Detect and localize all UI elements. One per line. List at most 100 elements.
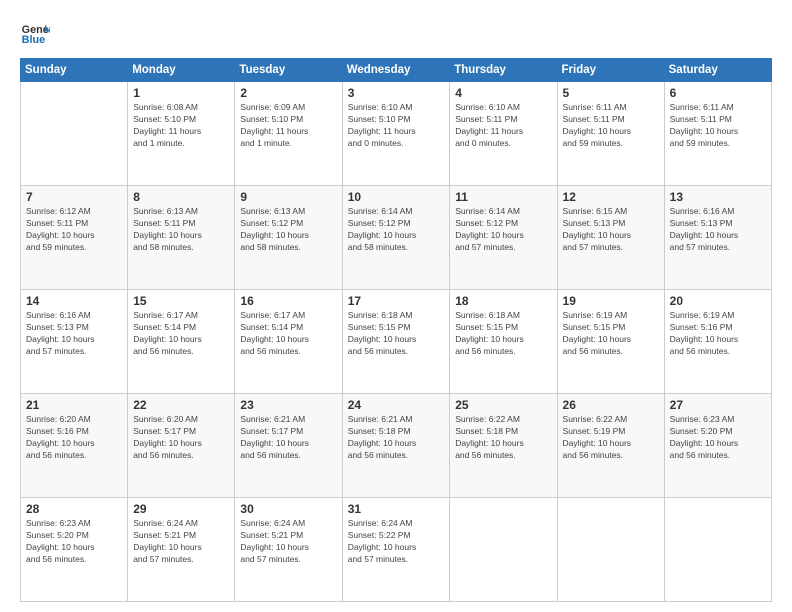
calendar-cell: 25 Sunrise: 6:22 AM Sunset: 5:18 PM Dayli… [450, 394, 557, 498]
day-number: 28 [26, 502, 122, 516]
day-info: Sunrise: 6:15 AM Sunset: 5:13 PM Dayligh… [563, 206, 659, 254]
day-info: Sunrise: 6:09 AM Sunset: 5:10 PM Dayligh… [240, 102, 336, 150]
calendar-cell: 2 Sunrise: 6:09 AM Sunset: 5:10 PM Daylig… [235, 82, 342, 186]
logo-icon: General Blue [20, 18, 50, 48]
day-info: Sunrise: 6:20 AM Sunset: 5:17 PM Dayligh… [133, 414, 229, 462]
calendar-cell: 22 Sunrise: 6:20 AM Sunset: 5:17 PM Dayli… [128, 394, 235, 498]
calendar-cell: 13Sunrise: 6:16 AM Sunset: 5:13 PM Dayli… [664, 186, 771, 290]
day-info: Sunrise: 6:21 AM Sunset: 5:17 PM Dayligh… [240, 414, 336, 462]
day-number: 27 [670, 398, 766, 412]
weekday-header-thursday: Thursday [450, 59, 557, 82]
day-info: Sunrise: 6:11 AM Sunset: 5:11 PM Dayligh… [670, 102, 766, 150]
calendar-cell: 21 Sunrise: 6:20 AM Sunset: 5:16 PM Dayli… [21, 394, 128, 498]
day-info: Sunrise: 6:16 AM Sunset: 5:13 PM Dayligh… [26, 310, 122, 358]
day-number: 15 [133, 294, 229, 308]
calendar-table: SundayMondayTuesdayWednesdayThursdayFrid… [20, 58, 772, 602]
day-number: 10 [348, 190, 445, 204]
calendar-cell: 28 Sunrise: 6:23 AM Sunset: 5:20 PM Dayli… [21, 498, 128, 602]
calendar-cell [557, 498, 664, 602]
weekday-header-saturday: Saturday [664, 59, 771, 82]
day-number: 25 [455, 398, 551, 412]
calendar-cell: 12 Sunrise: 6:15 AM Sunset: 5:13 PM Dayli… [557, 186, 664, 290]
day-number: 23 [240, 398, 336, 412]
calendar-cell: 30Sunrise: 6:24 AM Sunset: 5:21 PM Dayli… [235, 498, 342, 602]
calendar-cell: 15Sunrise: 6:17 AM Sunset: 5:14 PM Dayli… [128, 290, 235, 394]
day-number: 24 [348, 398, 445, 412]
day-info: Sunrise: 6:13 AM Sunset: 5:12 PM Dayligh… [240, 206, 336, 254]
day-number: 16 [240, 294, 336, 308]
calendar-cell: 4Sunrise: 6:10 AM Sunset: 5:11 PM Daylig… [450, 82, 557, 186]
calendar-week-3: 14Sunrise: 6:16 AM Sunset: 5:13 PM Dayli… [21, 290, 772, 394]
calendar-cell: 31Sunrise: 6:24 AM Sunset: 5:22 PM Dayli… [342, 498, 450, 602]
day-number: 17 [348, 294, 445, 308]
calendar-cell: 11 Sunrise: 6:14 AM Sunset: 5:12 PM Dayli… [450, 186, 557, 290]
calendar-cell: 18 Sunrise: 6:18 AM Sunset: 5:15 PM Dayli… [450, 290, 557, 394]
day-number: 5 [563, 86, 659, 100]
day-info: Sunrise: 6:16 AM Sunset: 5:13 PM Dayligh… [670, 206, 766, 254]
calendar-cell: 19Sunrise: 6:19 AM Sunset: 5:15 PM Dayli… [557, 290, 664, 394]
calendar-cell: 8 Sunrise: 6:13 AM Sunset: 5:11 PM Daylig… [128, 186, 235, 290]
day-info: Sunrise: 6:12 AM Sunset: 5:11 PM Dayligh… [26, 206, 122, 254]
calendar-cell: 23 Sunrise: 6:21 AM Sunset: 5:17 PM Dayli… [235, 394, 342, 498]
day-number: 26 [563, 398, 659, 412]
day-number: 8 [133, 190, 229, 204]
day-info: Sunrise: 6:23 AM Sunset: 5:20 PM Dayligh… [26, 518, 122, 566]
day-number: 2 [240, 86, 336, 100]
day-number: 6 [670, 86, 766, 100]
day-number: 12 [563, 190, 659, 204]
calendar-cell: 26Sunrise: 6:22 AM Sunset: 5:19 PM Dayli… [557, 394, 664, 498]
day-number: 18 [455, 294, 551, 308]
day-info: Sunrise: 6:18 AM Sunset: 5:15 PM Dayligh… [348, 310, 445, 358]
day-number: 21 [26, 398, 122, 412]
day-info: Sunrise: 6:14 AM Sunset: 5:12 PM Dayligh… [455, 206, 551, 254]
weekday-header-sunday: Sunday [21, 59, 128, 82]
calendar-week-2: 7 Sunrise: 6:12 AM Sunset: 5:11 PM Daylig… [21, 186, 772, 290]
calendar-cell [664, 498, 771, 602]
calendar-cell: 14Sunrise: 6:16 AM Sunset: 5:13 PM Dayli… [21, 290, 128, 394]
day-number: 3 [348, 86, 445, 100]
weekday-header-row: SundayMondayTuesdayWednesdayThursdayFrid… [21, 59, 772, 82]
calendar-cell [450, 498, 557, 602]
weekday-header-monday: Monday [128, 59, 235, 82]
day-info: Sunrise: 6:23 AM Sunset: 5:20 PM Dayligh… [670, 414, 766, 462]
calendar-cell: 17 Sunrise: 6:18 AM Sunset: 5:15 PM Dayli… [342, 290, 450, 394]
day-number: 9 [240, 190, 336, 204]
day-number: 1 [133, 86, 229, 100]
day-info: Sunrise: 6:21 AM Sunset: 5:18 PM Dayligh… [348, 414, 445, 462]
day-number: 11 [455, 190, 551, 204]
day-info: Sunrise: 6:22 AM Sunset: 5:18 PM Dayligh… [455, 414, 551, 462]
logo: General Blue [20, 18, 54, 48]
calendar-cell: 24 Sunrise: 6:21 AM Sunset: 5:18 PM Dayli… [342, 394, 450, 498]
day-info: Sunrise: 6:13 AM Sunset: 5:11 PM Dayligh… [133, 206, 229, 254]
calendar-cell: 6 Sunrise: 6:11 AM Sunset: 5:11 PM Daylig… [664, 82, 771, 186]
day-info: Sunrise: 6:18 AM Sunset: 5:15 PM Dayligh… [455, 310, 551, 358]
day-number: 7 [26, 190, 122, 204]
day-info: Sunrise: 6:14 AM Sunset: 5:12 PM Dayligh… [348, 206, 445, 254]
calendar-cell: 16 Sunrise: 6:17 AM Sunset: 5:14 PM Dayli… [235, 290, 342, 394]
day-info: Sunrise: 6:19 AM Sunset: 5:16 PM Dayligh… [670, 310, 766, 358]
calendar-cell [21, 82, 128, 186]
weekday-header-wednesday: Wednesday [342, 59, 450, 82]
calendar-week-5: 28 Sunrise: 6:23 AM Sunset: 5:20 PM Dayli… [21, 498, 772, 602]
calendar-cell: 3Sunrise: 6:10 AM Sunset: 5:10 PM Daylig… [342, 82, 450, 186]
day-info: Sunrise: 6:11 AM Sunset: 5:11 PM Dayligh… [563, 102, 659, 150]
day-number: 22 [133, 398, 229, 412]
calendar-cell: 7 Sunrise: 6:12 AM Sunset: 5:11 PM Daylig… [21, 186, 128, 290]
calendar-cell: 1 Sunrise: 6:08 AM Sunset: 5:10 PM Daylig… [128, 82, 235, 186]
day-number: 30 [240, 502, 336, 516]
svg-text:Blue: Blue [22, 34, 45, 46]
day-info: Sunrise: 6:20 AM Sunset: 5:16 PM Dayligh… [26, 414, 122, 462]
day-info: Sunrise: 6:08 AM Sunset: 5:10 PM Dayligh… [133, 102, 229, 150]
day-number: 29 [133, 502, 229, 516]
day-info: Sunrise: 6:17 AM Sunset: 5:14 PM Dayligh… [240, 310, 336, 358]
calendar-week-1: 1 Sunrise: 6:08 AM Sunset: 5:10 PM Daylig… [21, 82, 772, 186]
header: General Blue [20, 18, 772, 48]
weekday-header-tuesday: Tuesday [235, 59, 342, 82]
day-number: 20 [670, 294, 766, 308]
calendar-page: General Blue SundayMondayTuesdayWednesda… [0, 0, 792, 612]
day-info: Sunrise: 6:10 AM Sunset: 5:11 PM Dayligh… [455, 102, 551, 150]
calendar-cell: 27 Sunrise: 6:23 AM Sunset: 5:20 PM Dayli… [664, 394, 771, 498]
day-number: 31 [348, 502, 445, 516]
calendar-cell: 10 Sunrise: 6:14 AM Sunset: 5:12 PM Dayli… [342, 186, 450, 290]
day-info: Sunrise: 6:24 AM Sunset: 5:21 PM Dayligh… [133, 518, 229, 566]
